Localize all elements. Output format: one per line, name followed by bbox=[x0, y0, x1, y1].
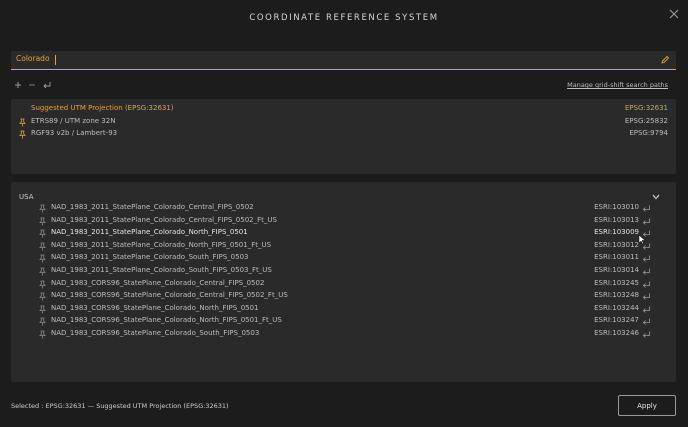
result-crs-row[interactable]: NAD_1983_2011_StatePlane_Colorado_South_… bbox=[11, 253, 676, 265]
search-input[interactable] bbox=[16, 54, 636, 63]
return-icon[interactable] bbox=[642, 204, 651, 213]
manage-grid-shift-link[interactable]: Manage grid-shift search paths bbox=[567, 81, 668, 89]
crs-code: ESRI:103245 bbox=[594, 278, 639, 287]
results-panel: USA NAD_1983_2011_StatePlane_Colorado_Ce… bbox=[11, 182, 676, 382]
crs-code: ESRI:103244 bbox=[594, 303, 639, 312]
pin-icon[interactable] bbox=[39, 317, 46, 326]
chevron-down-icon[interactable] bbox=[652, 194, 660, 200]
remove-icon[interactable] bbox=[27, 80, 37, 90]
result-crs-row[interactable]: NAD_1983_CORS96_StatePlane_Colorado_Sout… bbox=[11, 329, 676, 341]
crs-code: EPSG:32631 bbox=[624, 104, 668, 112]
result-crs-row[interactable]: NAD_1983_CORS96_StatePlane_Colorado_Cent… bbox=[11, 291, 676, 303]
pin-icon[interactable] bbox=[39, 229, 46, 238]
search-box bbox=[11, 51, 676, 70]
crs-name: RGF93 v2b / Lambert-93 bbox=[31, 129, 118, 137]
crs-name: NAD_1983_2011_StatePlane_Colorado_Centra… bbox=[51, 203, 254, 211]
crs-name: NAD_1983_2011_StatePlane_Colorado_North_… bbox=[51, 240, 272, 249]
close-icon[interactable] bbox=[668, 8, 680, 20]
crs-name: NAD_1983_CORS96_StatePlane_Colorado_Nort… bbox=[51, 316, 282, 325]
crs-code: ESRI:103011 bbox=[594, 253, 639, 262]
crs-name: Suggested UTM Projection (EPSG:32631) bbox=[31, 104, 174, 112]
crs-name: NAD_1983_2011_StatePlane_Colorado_South_… bbox=[51, 266, 272, 274]
crs-name: ETRS89 / UTM zone 32N bbox=[31, 116, 116, 125]
result-crs-row[interactable]: NAD_1983_2011_StatePlane_Colorado_North_… bbox=[11, 228, 676, 240]
return-icon[interactable] bbox=[42, 80, 52, 90]
result-crs-row[interactable]: NAD_1983_2011_StatePlane_Colorado_North_… bbox=[11, 241, 676, 253]
apply-button[interactable]: Apply bbox=[618, 395, 676, 416]
crs-name: NAD_1983_CORS96_StatePlane_Colorado_Cent… bbox=[51, 291, 288, 300]
result-crs-row[interactable]: NAD_1983_CORS96_StatePlane_Colorado_Nort… bbox=[11, 304, 676, 316]
pin-icon[interactable] bbox=[19, 118, 26, 127]
return-icon[interactable] bbox=[642, 305, 651, 314]
status-text: Selected : EPSG:32631 — Suggested UTM Pr… bbox=[11, 402, 229, 410]
crs-code: ESRI:103009 bbox=[594, 228, 639, 237]
pin-icon[interactable] bbox=[39, 242, 46, 251]
dialog-title: COORDINATE REFERENCE SYSTEM bbox=[249, 13, 439, 23]
pin-icon[interactable] bbox=[39, 204, 46, 213]
return-icon[interactable] bbox=[642, 280, 651, 289]
result-crs-row[interactable]: NAD_1983_2011_StatePlane_Colorado_South_… bbox=[11, 266, 676, 278]
return-icon[interactable] bbox=[642, 317, 651, 326]
crs-name: NAD_1983_2011_StatePlane_Colorado_South_… bbox=[51, 253, 249, 262]
pin-icon[interactable] bbox=[19, 130, 26, 139]
return-icon[interactable] bbox=[642, 292, 651, 301]
pin-icon[interactable] bbox=[39, 330, 46, 339]
crs-code: ESRI:103246 bbox=[594, 329, 639, 337]
pin-icon[interactable] bbox=[39, 292, 46, 301]
crs-name: NAD_1983_2011_StatePlane_Colorado_North_… bbox=[51, 228, 248, 237]
pin-icon[interactable] bbox=[39, 217, 46, 226]
pin-icon[interactable] bbox=[39, 267, 46, 276]
pencil-icon[interactable] bbox=[660, 55, 670, 65]
crs-code: ESRI:103247 bbox=[594, 316, 639, 325]
return-icon[interactable] bbox=[642, 254, 651, 263]
pin-icon[interactable] bbox=[39, 305, 46, 314]
crs-code: ESRI:103012 bbox=[594, 240, 639, 249]
crs-code: EPSG:9794 bbox=[629, 129, 668, 137]
return-icon[interactable] bbox=[642, 267, 651, 276]
result-crs-row[interactable]: NAD_1983_CORS96_StatePlane_Colorado_Cent… bbox=[11, 279, 676, 291]
crs-name: NAD_1983_CORS96_StatePlane_Colorado_Sout… bbox=[51, 329, 260, 337]
crs-code: ESRI:103013 bbox=[594, 215, 639, 224]
crs-code: ESRI:103010 bbox=[594, 203, 639, 211]
crs-code: ESRI:103014 bbox=[594, 266, 639, 274]
group-header-usa[interactable]: USA bbox=[19, 193, 34, 201]
crs-name: NAD_1983_2011_StatePlane_Colorado_Centra… bbox=[51, 215, 277, 224]
result-crs-row[interactable]: NAD_1983_2011_StatePlane_Colorado_Centra… bbox=[11, 203, 676, 215]
return-icon[interactable] bbox=[642, 330, 651, 339]
return-icon[interactable] bbox=[642, 217, 651, 226]
crs-code: ESRI:103248 bbox=[594, 291, 639, 300]
crs-name: NAD_1983_CORS96_StatePlane_Colorado_Nort… bbox=[51, 303, 259, 312]
add-icon[interactable] bbox=[13, 80, 23, 90]
crs-name: NAD_1983_CORS96_StatePlane_Colorado_Cent… bbox=[51, 278, 265, 287]
mouse-cursor-icon bbox=[638, 234, 646, 245]
pin-icon[interactable] bbox=[39, 254, 46, 263]
result-crs-row[interactable]: NAD_1983_2011_StatePlane_Colorado_Centra… bbox=[11, 216, 676, 228]
text-caret bbox=[55, 55, 56, 65]
crs-code: EPSG:25832 bbox=[624, 116, 668, 125]
result-crs-row[interactable]: NAD_1983_CORS96_StatePlane_Colorado_Nort… bbox=[11, 316, 676, 328]
suggested-crs-row[interactable]: Suggested UTM Projection (EPSG:32631) EPS… bbox=[11, 104, 676, 116]
favorite-crs-row[interactable]: RGF93 v2b / Lambert-93 EPSG:9794 bbox=[11, 129, 676, 141]
favorites-panel: Suggested UTM Projection (EPSG:32631) EPS… bbox=[11, 99, 676, 174]
pin-icon[interactable] bbox=[39, 280, 46, 289]
favorite-crs-row[interactable]: ETRS89 / UTM zone 32N EPSG:25832 bbox=[11, 117, 676, 129]
